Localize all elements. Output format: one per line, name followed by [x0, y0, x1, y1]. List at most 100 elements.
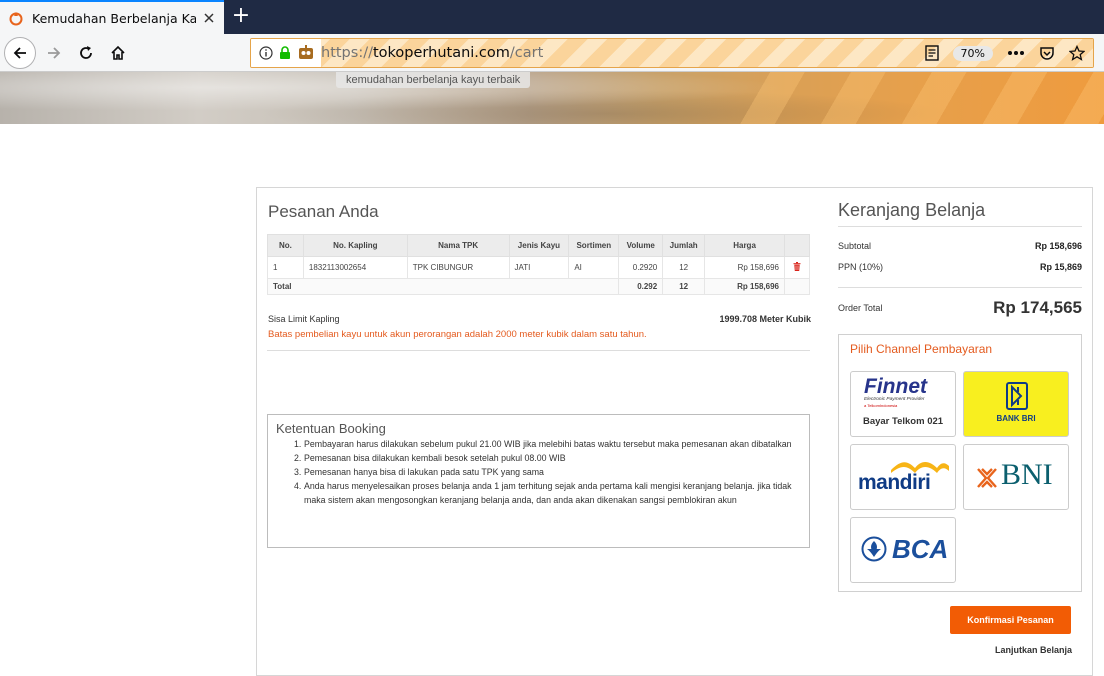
list-item: 3. Pemesanan hanya bisa di lakukan pada s…	[294, 467, 544, 477]
list-item: 2. Pemesanan bisa dilakukan kembali besok…	[294, 453, 566, 463]
payment-option-bri[interactable]: BANK BRI	[963, 371, 1069, 437]
tab-active[interactable]: Kemudahan Berbelanja Kayu Te	[0, 0, 224, 34]
table-row: 1 1832113002654 TPK CIBUNGUR JATI AI 0.2…	[267, 256, 811, 279]
col-jenis: Jenis Kayu	[508, 234, 570, 257]
cell-tpk: TPK CIBUNGUR	[406, 256, 510, 279]
divider	[838, 226, 1082, 227]
lock-icon[interactable]	[278, 46, 292, 60]
booking-terms-list: 1. Pembayaran harus dilakukan sebelum puk…	[294, 437, 804, 507]
page-actions: 70%	[924, 39, 1093, 67]
new-tab-button[interactable]: +	[230, 5, 252, 28]
total-harga: Rp 158,696	[704, 278, 785, 295]
col-action	[783, 234, 811, 257]
cell-kapling: 1832113002654	[302, 256, 408, 279]
cell-no: 1	[267, 256, 304, 279]
payment-option-mandiri[interactable]: mandiri	[850, 444, 956, 510]
pocket-icon[interactable]	[1039, 45, 1055, 61]
ppn-label: PPN (10%)	[838, 262, 884, 272]
col-harga: Harga	[704, 234, 785, 257]
finnet-sub: a TelkomIndonesia	[864, 403, 898, 408]
cell-volume: 0.2920	[618, 256, 664, 279]
bni-logo-icon	[977, 468, 997, 488]
col-jumlah: Jumlah	[662, 234, 706, 257]
col-sortimen: Sortimen	[568, 234, 620, 257]
forward-arrow-icon	[48, 47, 61, 59]
reload-button[interactable]	[72, 39, 100, 67]
finnet-label: Bayar Telkom 021	[862, 416, 944, 427]
bri-label: BANK BRI	[996, 414, 1036, 423]
payment-option-finnet[interactable]: Finnet Electronic Payment Provider a Tel…	[850, 371, 956, 437]
subtotal-value: Rp 158,696	[1034, 241, 1082, 251]
list-item: 1. Pembayaran harus dilakukan sebelum puk…	[294, 439, 792, 449]
limit-label: Sisa Limit Kapling	[268, 314, 340, 324]
address-bar[interactable]: https://tokoperhutani.com/cart 70%	[250, 38, 1094, 68]
cell-jenis: JATI	[508, 256, 570, 279]
site-header-banner: kemudahan berbelanja kayu terbaik	[0, 72, 1104, 124]
forward-button[interactable]	[40, 39, 68, 67]
col-no: No.	[267, 234, 304, 257]
orders-title: Pesanan Anda	[268, 202, 379, 221]
limit-warning-note: Batas pembelian kayu untuk akun perorang…	[268, 329, 647, 340]
booking-terms-title: Ketentuan Booking	[276, 421, 386, 436]
close-tab-icon[interactable]	[202, 11, 216, 25]
limit-value: 1999.708 Meter Kubik	[719, 314, 811, 324]
cell-jumlah: 12	[662, 256, 706, 279]
tab-bar: Kemudahan Berbelanja Kayu Te +	[0, 0, 1104, 34]
cell-sortimen: AI	[568, 256, 620, 279]
orders-table: No. No. Kapling Nama TPK Jenis Kayu Sort…	[266, 234, 811, 295]
back-button[interactable]	[4, 37, 36, 69]
tab-title: Kemudahan Berbelanja Kayu Te	[32, 10, 196, 26]
total-jumlah: 12	[662, 278, 706, 295]
payment-channel-title: Pilih Channel Pembayaran	[850, 342, 993, 356]
robot-icon[interactable]	[297, 45, 315, 61]
bri-logo-icon	[1006, 382, 1028, 410]
bni-label: BNI	[1001, 458, 1053, 491]
divider	[267, 350, 810, 351]
payment-option-bni[interactable]: BNI	[963, 444, 1069, 510]
cell-harga: Rp 158,696	[704, 256, 785, 279]
col-volume: Volume	[618, 234, 664, 257]
url-host: tokoperhutani.com	[372, 45, 510, 61]
reader-view-icon[interactable]	[924, 45, 939, 61]
delete-item-button[interactable]	[783, 256, 811, 279]
more-actions-icon[interactable]	[1007, 50, 1025, 56]
site-favicon-icon	[9, 12, 23, 26]
col-kapling: No. Kapling	[302, 234, 408, 257]
bca-label: BCA	[892, 534, 949, 564]
url-path: /cart	[509, 45, 544, 61]
subtotal-label: Subtotal	[838, 241, 872, 251]
reload-icon	[80, 46, 92, 59]
url-scheme: https://	[321, 45, 373, 61]
payment-channel-box: Pilih Channel Pembayaran Finnet Electron…	[838, 334, 1082, 592]
total-volume: 0.292	[618, 278, 664, 295]
cart-panel: Pesanan Anda No. No. Kapling Nama TPK Je…	[256, 187, 1093, 676]
identity-box[interactable]	[251, 39, 321, 67]
col-tpk: Nama TPK	[406, 234, 510, 257]
bca-logo-icon	[861, 536, 887, 562]
list-item: 4. Anda harus menyelesaikan proses belanj…	[294, 481, 792, 505]
orders-header-row: No. No. Kapling Nama TPK Jenis Kayu Sort…	[267, 234, 811, 257]
confirm-order-button[interactable]: Konfirmasi Pesanan	[950, 606, 1071, 634]
site-tagline: kemudahan berbelanja kayu terbaik	[336, 72, 531, 88]
url-text[interactable]: https://tokoperhutani.com/cart	[321, 39, 543, 67]
total-label: Total	[266, 278, 620, 295]
order-total-label: Order Total	[838, 303, 883, 313]
total-row: Total 0.292 12 Rp 158,696	[266, 278, 811, 295]
ppn-value: Rp 15,869	[1039, 262, 1082, 272]
cart-title: Keranjang Belanja	[838, 200, 986, 220]
finnet-tagline: Electronic Payment Provider	[864, 397, 925, 402]
bookmark-star-icon[interactable]	[1069, 45, 1085, 61]
order-total-value: Rp 174,565	[993, 298, 1082, 317]
trash-icon[interactable]	[793, 262, 801, 271]
payment-option-bca[interactable]: BCA	[850, 517, 956, 583]
home-button[interactable]	[104, 39, 132, 67]
mandiri-label: mandiri	[858, 471, 931, 494]
finnet-logo: Finnet	[864, 375, 927, 398]
booking-terms-box: Ketentuan Booking 1. Pembayaran harus dil…	[267, 414, 810, 548]
continue-shopping-link[interactable]: Lanjutkan Belanja	[937, 645, 1072, 655]
back-arrow-icon	[13, 47, 26, 59]
zoom-level-badge[interactable]: 70%	[952, 45, 993, 61]
divider	[838, 287, 1082, 288]
navigation-bar: https://tokoperhutani.com/cart 70%	[0, 34, 1104, 72]
info-icon[interactable]	[259, 46, 273, 60]
